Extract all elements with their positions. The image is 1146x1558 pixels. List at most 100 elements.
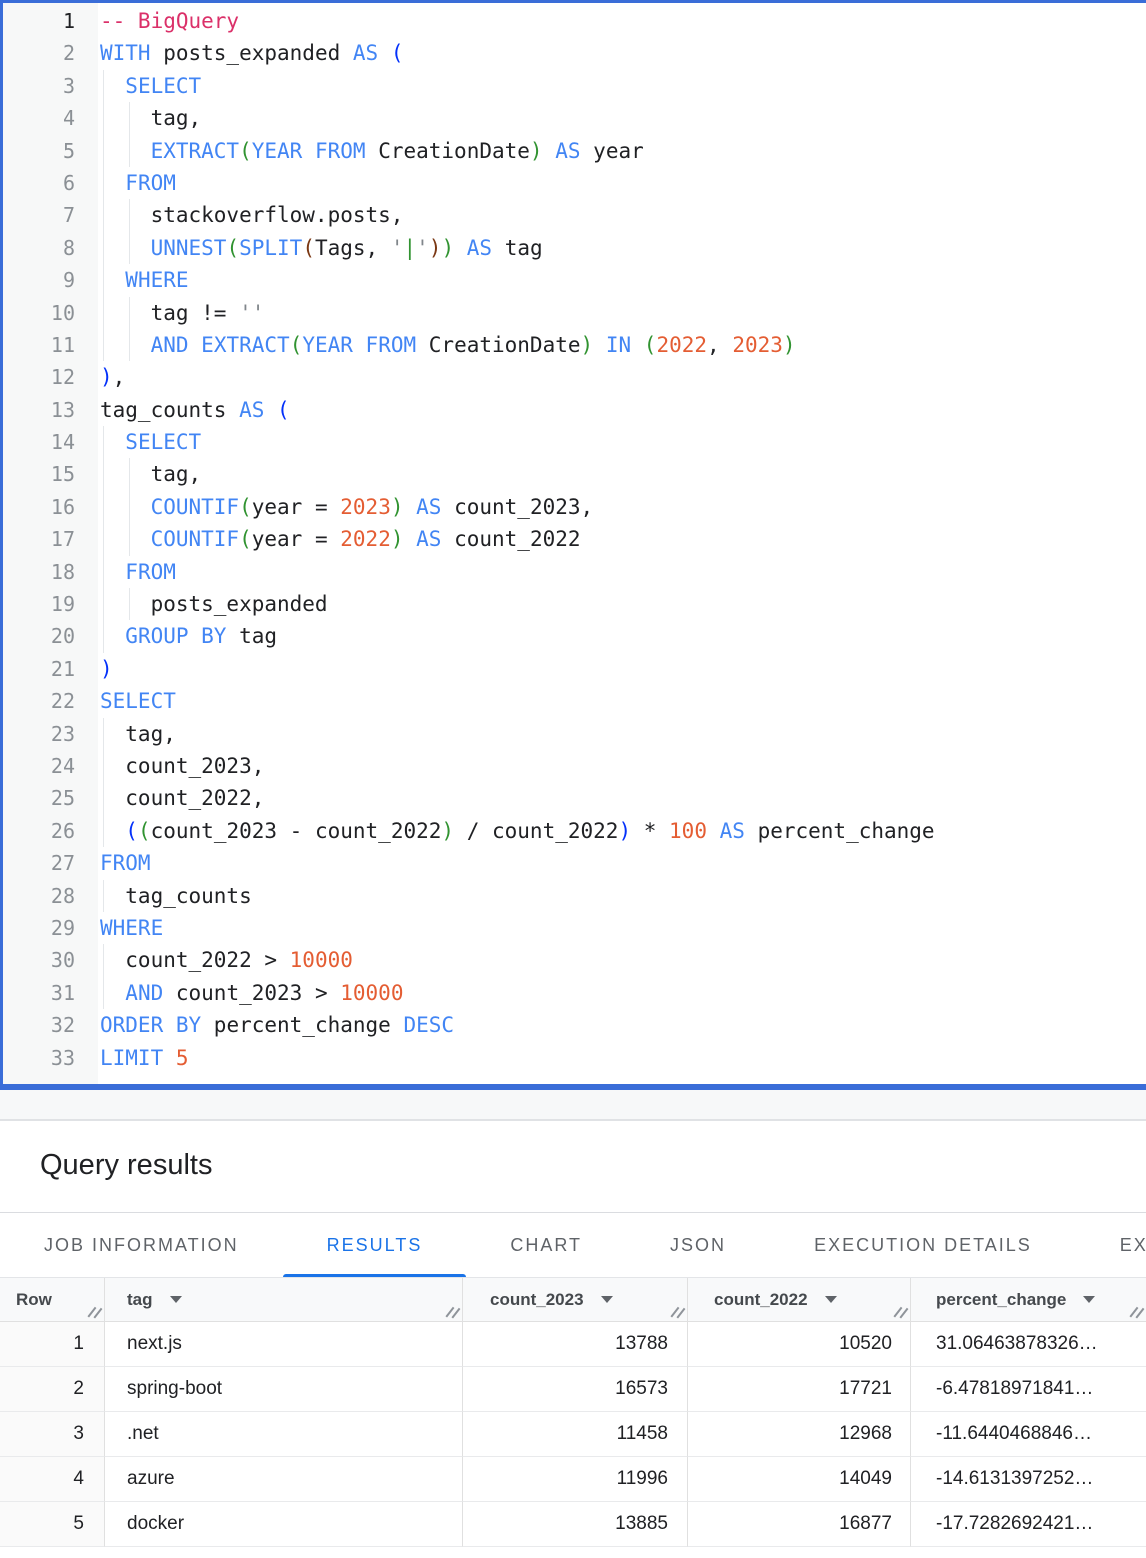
code-text: tag != '' xyxy=(98,297,264,329)
cell-percent_change: -6.47818971841… xyxy=(911,1367,1146,1412)
code-line-20[interactable]: 20 GROUP BY tag xyxy=(3,620,1146,652)
line-number: 31 xyxy=(3,977,98,1009)
code-text: tag, xyxy=(98,718,176,750)
tab-json[interactable]: JSON xyxy=(626,1213,770,1277)
indent-guide xyxy=(129,102,130,134)
column-header-tag[interactable]: tag xyxy=(105,1278,463,1321)
line-number: 13 xyxy=(3,394,98,426)
code-line-27[interactable]: 27FROM xyxy=(3,847,1146,879)
tab-ex[interactable]: EX xyxy=(1076,1213,1146,1277)
code-line-6[interactable]: 6 FROM xyxy=(3,167,1146,199)
code-line-21[interactable]: 21) xyxy=(3,653,1146,685)
code-line-3[interactable]: 3 SELECT xyxy=(3,70,1146,102)
table-row: 5docker1388516877-17.7282692421… xyxy=(0,1502,1146,1547)
code-text: GROUP BY tag xyxy=(98,620,277,652)
code-text: FROM xyxy=(98,167,176,199)
code-text: LIMIT 5 xyxy=(98,1042,189,1074)
indent-guide xyxy=(103,944,104,976)
column-header-percent_change[interactable]: percent_change xyxy=(911,1278,1146,1321)
code-text: FROM xyxy=(98,847,151,879)
code-text: tag_counts AS ( xyxy=(98,394,290,426)
code-text: COUNTIF(year = 2023) AS count_2023, xyxy=(98,491,593,523)
code-line-16[interactable]: 16 COUNTIF(year = 2023) AS count_2023, xyxy=(3,491,1146,523)
indent-guide xyxy=(103,523,104,555)
code-text: tag_counts xyxy=(98,880,252,912)
indent-guide xyxy=(129,458,130,490)
code-line-5[interactable]: 5 EXTRACT(YEAR FROM CreationDate) AS yea… xyxy=(3,135,1146,167)
indent-guide xyxy=(103,426,104,458)
code-line-24[interactable]: 24 count_2023, xyxy=(3,750,1146,782)
line-number: 20 xyxy=(3,620,98,652)
cell-tag: spring-boot xyxy=(105,1367,463,1412)
code-line-30[interactable]: 30 count_2022 > 10000 xyxy=(3,944,1146,976)
cell-tag: azure xyxy=(105,1457,463,1502)
code-line-9[interactable]: 9 WHERE xyxy=(3,264,1146,296)
code-line-28[interactable]: 28 tag_counts xyxy=(3,880,1146,912)
code-text: ORDER BY percent_change DESC xyxy=(98,1009,454,1041)
line-number: 1 xyxy=(3,5,98,37)
code-line-29[interactable]: 29WHERE xyxy=(3,912,1146,944)
line-number: 25 xyxy=(3,782,98,814)
indent-guide xyxy=(103,556,104,588)
tab-results[interactable]: RESULTS xyxy=(283,1213,467,1277)
indent-guide xyxy=(103,815,104,847)
indent-guide xyxy=(129,329,130,361)
code-line-13[interactable]: 13tag_counts AS ( xyxy=(3,394,1146,426)
code-text: count_2023, xyxy=(98,750,264,782)
results-header: Query results xyxy=(0,1121,1146,1213)
cell-count_2023: 11458 xyxy=(463,1412,688,1457)
cell-row: 4 xyxy=(0,1457,105,1502)
code-line-15[interactable]: 15 tag, xyxy=(3,458,1146,490)
code-text: ), xyxy=(98,361,125,393)
code-line-8[interactable]: 8 UNNEST(SPLIT(Tags, '|')) AS tag xyxy=(3,232,1146,264)
column-dropdown-icon[interactable] xyxy=(170,1296,182,1303)
code-text: AND EXTRACT(YEAR FROM CreationDate) IN (… xyxy=(98,329,796,361)
results-table: Rowtag count_2023 count_2022 percent_change… xyxy=(0,1277,1146,1547)
code-line-4[interactable]: 4 tag, xyxy=(3,102,1146,134)
code-line-12[interactable]: 12), xyxy=(3,361,1146,393)
indent-guide xyxy=(129,588,130,620)
code-line-1[interactable]: 1-- BigQuery xyxy=(3,5,1146,37)
column-resize-handle-icon[interactable] xyxy=(893,1306,907,1319)
tab-execution-details[interactable]: EXECUTION DETAILS xyxy=(770,1213,1076,1277)
table-row: 3.net1145812968-11.6440468846… xyxy=(0,1412,1146,1457)
code-line-18[interactable]: 18 FROM xyxy=(3,556,1146,588)
indent-guide xyxy=(103,977,104,1009)
code-line-11[interactable]: 11 AND EXTRACT(YEAR FROM CreationDate) I… xyxy=(3,329,1146,361)
line-number: 17 xyxy=(3,523,98,555)
code-line-23[interactable]: 23 tag, xyxy=(3,718,1146,750)
column-header-count_2023[interactable]: count_2023 xyxy=(463,1278,688,1321)
column-header-row[interactable]: Row xyxy=(0,1278,105,1321)
column-resize-handle-icon[interactable] xyxy=(87,1306,101,1319)
column-resize-handle-icon[interactable] xyxy=(445,1306,459,1319)
code-line-22[interactable]: 22SELECT xyxy=(3,685,1146,717)
code-line-14[interactable]: 14 SELECT xyxy=(3,426,1146,458)
code-line-32[interactable]: 32ORDER BY percent_change DESC xyxy=(3,1009,1146,1041)
code-line-25[interactable]: 25 count_2022, xyxy=(3,782,1146,814)
column-resize-handle-icon[interactable] xyxy=(670,1306,684,1319)
tab-chart[interactable]: CHART xyxy=(466,1213,626,1277)
column-dropdown-icon[interactable] xyxy=(1083,1296,1095,1303)
cell-tag: docker xyxy=(105,1502,463,1547)
column-header-count_2022[interactable]: count_2022 xyxy=(688,1278,911,1321)
code-line-26[interactable]: 26 ((count_2023 - count_2022) / count_20… xyxy=(3,815,1146,847)
query-results-panel: Query results JOB INFORMATIONRESULTSCHAR… xyxy=(0,1121,1146,1547)
code-line-10[interactable]: 10 tag != '' xyxy=(3,297,1146,329)
column-dropdown-icon[interactable] xyxy=(825,1296,837,1303)
code-line-31[interactable]: 31 AND count_2023 > 10000 xyxy=(3,977,1146,1009)
column-label: count_2022 xyxy=(714,1290,808,1310)
sql-editor[interactable]: 1-- BigQuery2WITH posts_expanded AS (3 S… xyxy=(0,0,1146,1090)
column-label: count_2023 xyxy=(490,1290,584,1310)
panel-splitter[interactable] xyxy=(0,1090,1146,1121)
code-line-33[interactable]: 33LIMIT 5 xyxy=(3,1042,1146,1074)
tab-job-information[interactable]: JOB INFORMATION xyxy=(0,1213,283,1277)
code-line-7[interactable]: 7 stackoverflow.posts, xyxy=(3,199,1146,231)
code-line-17[interactable]: 17 COUNTIF(year = 2022) AS count_2022 xyxy=(3,523,1146,555)
code-line-2[interactable]: 2WITH posts_expanded AS ( xyxy=(3,37,1146,69)
line-number: 14 xyxy=(3,426,98,458)
column-resize-handle-icon[interactable] xyxy=(1129,1306,1143,1319)
column-dropdown-icon[interactable] xyxy=(601,1296,613,1303)
code-line-19[interactable]: 19 posts_expanded xyxy=(3,588,1146,620)
line-number: 18 xyxy=(3,556,98,588)
column-label: percent_change xyxy=(936,1290,1066,1310)
